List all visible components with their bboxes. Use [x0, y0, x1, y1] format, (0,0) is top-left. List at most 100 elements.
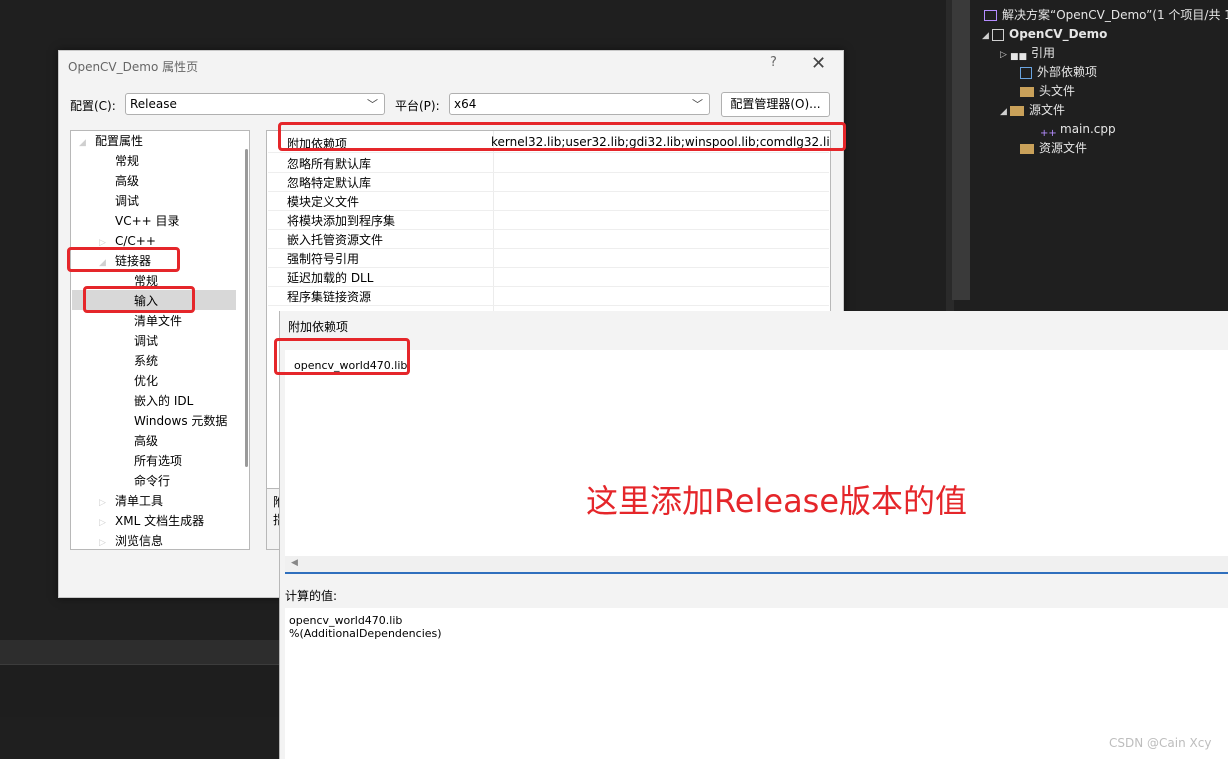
tree-item[interactable]: VC++ 目录 — [115, 211, 180, 231]
expanded-chevron-icon[interactable]: ◢ — [1000, 103, 1010, 122]
tree-item-resource-files[interactable]: 资源文件 — [1020, 139, 1087, 158]
help-button[interactable]: ? — [770, 55, 777, 70]
tree-item[interactable]: ▷ 浏览信息 — [99, 531, 164, 549]
tree-item-label: 清单文件 — [134, 314, 183, 328]
tree-item-label: 命令行 — [134, 474, 171, 488]
project-name: OpenCV_Demo — [1009, 27, 1108, 41]
tree-item-label: main.cpp — [1060, 122, 1116, 136]
annotation-box-input — [83, 286, 195, 313]
tree-item-label: VC++ 目录 — [115, 214, 180, 228]
tree-item-label: 调试 — [115, 194, 140, 208]
config-label: 配置(C): — [70, 99, 116, 113]
folder-icon — [1020, 86, 1034, 97]
tree-item[interactable]: 优化 — [134, 371, 158, 391]
tree-item[interactable]: 常规 — [115, 151, 139, 171]
tree-item[interactable]: ▷ 清单工具 — [99, 491, 163, 511]
close-icon[interactable]: ✕ — [811, 53, 826, 74]
tree-item-label: XML 文档生成器 — [115, 514, 205, 528]
external-deps-icon — [1020, 66, 1032, 79]
tree-item[interactable]: Windows 元数据 — [134, 411, 227, 431]
tree-item-main-cpp[interactable]: ++ main.cpp — [1040, 120, 1116, 139]
computed-value-box: opencv_world470.lib %(AdditionalDependen… — [285, 608, 1228, 759]
tree-item-label: 高级 — [115, 174, 140, 188]
dialog-title: OpenCV_Demo 属性页 — [68, 60, 199, 74]
tree-item-source-files[interactable]: ◢ 源文件 — [1000, 101, 1065, 120]
scroll-left-icon[interactable]: ◀ — [291, 558, 298, 568]
dialog-title: 附加依赖项 — [288, 320, 349, 334]
property-name: 程序集链接资源 — [287, 290, 372, 304]
expander-icon[interactable]: ◢ — [79, 133, 89, 153]
tree-item[interactable]: 高级 — [115, 171, 139, 191]
grid-row[interactable]: 嵌入托管资源文件 — [268, 229, 829, 249]
tree-item-label: 清单工具 — [115, 494, 164, 508]
project-icon — [992, 28, 1004, 41]
grid-row[interactable]: 将模块添加到程序集 — [268, 210, 829, 230]
tree-item[interactable]: 命令行 — [134, 471, 170, 491]
config-value: Release — [130, 97, 177, 111]
property-name: 强制符号引用 — [287, 252, 360, 266]
expanded-chevron-icon[interactable]: ◢ — [982, 27, 992, 46]
watermark: CSDN @Cain Xcy — [1109, 736, 1212, 750]
property-name: 嵌入托管资源文件 — [287, 233, 384, 247]
tree-item[interactable]: 系统 — [134, 351, 158, 371]
property-name: 模块定义文件 — [287, 195, 360, 209]
tree-item-label: 常规 — [115, 154, 140, 168]
tree-item[interactable]: 调试 — [134, 331, 158, 351]
tree-item[interactable]: 调试 — [115, 191, 139, 211]
property-name: 忽略所有默认库 — [287, 157, 372, 171]
solution-explorer: 解决方案“OpenCV_Demo”(1 个项目/共 1 ◢ OpenCV_Demo… — [970, 0, 1228, 300]
tree-item-label: 高级 — [134, 434, 159, 448]
expander-icon[interactable]: ▷ — [99, 493, 109, 513]
computed-line: %(AdditionalDependencies) — [289, 627, 442, 640]
tree-item-label: 浏览信息 — [115, 534, 164, 548]
expander-icon[interactable]: ▷ — [99, 533, 109, 549]
property-name: 将模块添加到程序集 — [287, 214, 396, 228]
annotation-box-linker — [67, 247, 180, 272]
tree-item-label: 资源文件 — [1039, 141, 1088, 155]
tree-item[interactable]: 高级 — [134, 431, 158, 451]
annotation-text: 这里添加Release版本的值 — [586, 482, 968, 520]
tree-item-label: 优化 — [134, 374, 159, 388]
grid-row[interactable]: 忽略所有默认库 — [268, 153, 829, 173]
scrollbar-track[interactable] — [952, 0, 970, 300]
cpp-file-icon: ++ — [1040, 127, 1057, 139]
grid-row[interactable]: 模块定义文件 — [268, 191, 829, 211]
tree-item-label: 嵌入的 IDL — [134, 394, 194, 408]
tree-item[interactable]: ▷ XML 文档生成器 — [99, 511, 204, 531]
tree-item-label: 引用 — [1031, 46, 1056, 60]
tree-item-label: 所有选项 — [134, 454, 183, 468]
grid-row[interactable]: 程序集链接资源 — [268, 286, 829, 306]
tree-item-label: 源文件 — [1029, 103, 1066, 117]
tree-item-header-files[interactable]: 头文件 — [1020, 82, 1075, 101]
tree-item-external-deps[interactable]: 外部依赖项 — [1020, 63, 1097, 82]
solution-node[interactable]: 解决方案“OpenCV_Demo”(1 个项目/共 1 — [984, 6, 1228, 25]
references-icon: ■■ — [1010, 51, 1028, 62]
property-name: 忽略特定默认库 — [287, 176, 372, 190]
tree-item-label: 配置属性 — [95, 134, 144, 148]
tree-item-label: 外部依赖项 — [1037, 65, 1098, 79]
horizontal-scrollbar[interactable]: ◀ — [285, 556, 1228, 574]
platform-dropdown[interactable]: x64 ﹀ — [449, 93, 710, 115]
tree-item[interactable]: 所有选项 — [134, 451, 182, 471]
grid-row[interactable]: 强制符号引用 — [268, 248, 829, 268]
tree-item-label: 系统 — [134, 354, 159, 368]
tree-item-references[interactable]: ▷ ■■ 引用 — [1000, 44, 1055, 63]
grid-row[interactable]: 延迟加载的 DLL — [268, 267, 829, 287]
tree-item[interactable]: 清单文件 — [134, 311, 182, 331]
grid-row[interactable]: 忽略特定默认库 — [268, 172, 829, 192]
folder-icon — [1010, 105, 1024, 116]
config-manager-button[interactable]: 配置管理器(O)... — [721, 92, 830, 117]
tree-item[interactable]: ◢ 配置属性 — [79, 131, 143, 151]
platform-label: 平台(P): — [395, 99, 440, 113]
property-tree: ◢ 配置属性 常规 高级 调试 VC++ 目录 ▷ C/C++ ◢ 链接器 常规 输入… — [70, 130, 250, 550]
collapsed-chevron-icon[interactable]: ▷ — [1000, 46, 1010, 65]
solution-title: 解决方案“OpenCV_Demo”(1 个项目/共 1 — [1002, 8, 1228, 22]
project-node[interactable]: ◢ OpenCV_Demo — [982, 25, 1107, 44]
dependencies-textarea[interactable]: opencv_world470.lib — [285, 350, 1228, 556]
tree-item[interactable]: 嵌入的 IDL — [134, 391, 193, 411]
property-name: 延迟加载的 DLL — [287, 271, 374, 285]
additional-dependencies-dialog: 附加依赖项 opencv_world470.lib ◀ 计算的值: opencv… — [279, 311, 1228, 759]
tree-scrollbar[interactable] — [245, 149, 248, 467]
expander-icon[interactable]: ▷ — [99, 513, 109, 533]
config-dropdown[interactable]: Release ﹀ — [125, 93, 385, 115]
